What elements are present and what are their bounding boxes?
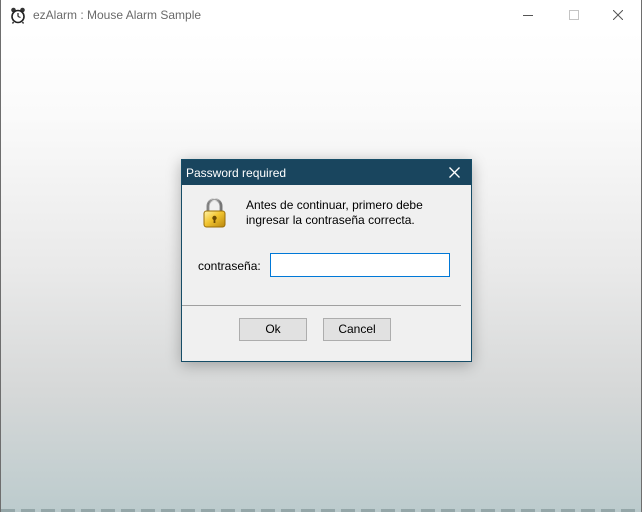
close-icon	[449, 167, 460, 178]
password-label: contraseña:	[198, 259, 261, 273]
message-line-1: Antes de continuar, primero debe	[246, 198, 423, 212]
dialog-message: Antes de continuar, primero debe ingresa…	[246, 198, 461, 228]
alarm-clock-icon	[10, 7, 26, 24]
window-title: ezAlarm : Mouse Alarm Sample	[33, 8, 202, 22]
password-input[interactable]	[270, 253, 450, 277]
cancel-button[interactable]: Cancel	[323, 318, 391, 341]
window-titlebar[interactable]: ezAlarm : Mouse Alarm Sample	[1, 0, 641, 31]
padlock-icon	[202, 197, 227, 229]
close-icon	[613, 10, 623, 20]
dialog-close-button[interactable]	[438, 160, 471, 185]
dialog-titlebar[interactable]: Password required	[182, 160, 471, 185]
minimize-button[interactable]	[505, 0, 551, 31]
main-window: ezAlarm : Mouse Alarm Sample Password re…	[0, 0, 642, 512]
message-line-2: ingresar la contraseña correcta.	[246, 213, 415, 227]
password-dialog: Password required Antes de continuar, pr…	[181, 159, 472, 362]
dialog-separator	[182, 305, 461, 306]
maximize-icon	[569, 10, 579, 20]
minimize-icon	[523, 15, 533, 16]
window-close-button[interactable]	[595, 0, 641, 31]
dialog-title: Password required	[186, 166, 287, 180]
ok-button[interactable]: Ok	[239, 318, 307, 341]
maximize-button[interactable]	[551, 0, 597, 31]
